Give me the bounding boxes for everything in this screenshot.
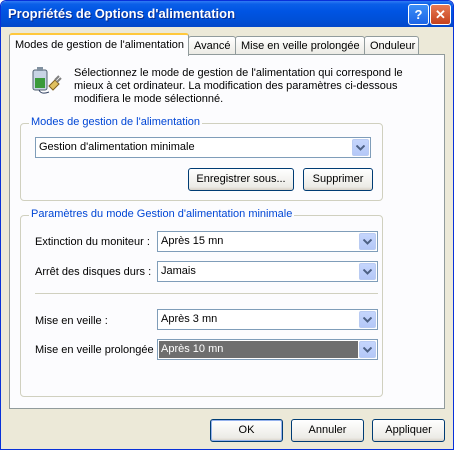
power-options-dialog: Propriétés de Options d'alimentation ? ✕…: [0, 0, 454, 450]
save-as-button[interactable]: Enregistrer sous...: [188, 168, 294, 191]
delete-button[interactable]: Supprimer: [303, 168, 373, 191]
disks-select[interactable]: Jamais: [157, 261, 378, 282]
tab-hibernate[interactable]: Mise en veille prolongée: [235, 36, 365, 54]
hibernate-select[interactable]: Après 10 mn: [157, 339, 378, 360]
scheme-select-value: Gestion d'alimentation minimale: [39, 141, 195, 153]
settings-group: Paramètres du mode Gestion d'alimentatio…: [20, 208, 383, 397]
close-button[interactable]: ✕: [430, 4, 451, 25]
help-button[interactable]: ?: [408, 4, 429, 25]
monitor-select[interactable]: Après 15 mn: [157, 231, 378, 252]
cancel-button[interactable]: Annuler: [291, 419, 364, 442]
settings-divider: [35, 293, 378, 294]
settings-group-label: Paramètres du mode Gestion d'alimentatio…: [29, 208, 295, 220]
tab-power-schemes[interactable]: Modes de gestion de l'alimentation: [9, 33, 189, 56]
tab-advanced[interactable]: Avancé: [188, 36, 236, 54]
scheme-select[interactable]: Gestion d'alimentation minimale: [35, 137, 371, 158]
power-battery-icon: [32, 67, 62, 94]
standby-select[interactable]: Après 3 mn: [157, 309, 378, 330]
standby-select-value: Après 3 mn: [161, 313, 218, 325]
standby-label: Mise en veille :: [35, 315, 108, 327]
schemes-group-label: Modes de gestion de l'alimentation: [29, 116, 203, 128]
chevron-down-icon[interactable]: [359, 233, 376, 250]
schemes-group: Modes de gestion de l'alimentation Gesti…: [20, 116, 383, 201]
chevron-down-icon[interactable]: [359, 311, 376, 328]
chevron-down-icon[interactable]: [352, 139, 369, 156]
title-bar[interactable]: Propriétés de Options d'alimentation ? ✕: [1, 1, 453, 27]
disks-label: Arrêt des disques durs :: [35, 266, 152, 278]
tab-ups[interactable]: Onduleur: [364, 36, 419, 54]
tab-panel: Sélectionnez le mode de gestion de l'ali…: [9, 54, 445, 409]
chevron-down-icon[interactable]: [359, 263, 376, 280]
window-title: Propriétés de Options d'alimentation: [8, 6, 236, 21]
ok-button[interactable]: OK: [210, 419, 283, 442]
hibernate-select-value: Après 10 mn: [159, 341, 358, 358]
description-text: Sélectionnez le mode de gestion de l'ali…: [74, 67, 403, 105]
monitor-label: Extinction du moniteur :: [35, 236, 150, 248]
monitor-select-value: Après 15 mn: [161, 235, 224, 247]
apply-button[interactable]: Appliquer: [372, 419, 445, 442]
hibernate-label: Mise en veille prolongée :: [35, 344, 160, 356]
chevron-down-icon[interactable]: [359, 341, 376, 358]
disks-select-value: Jamais: [161, 265, 196, 277]
